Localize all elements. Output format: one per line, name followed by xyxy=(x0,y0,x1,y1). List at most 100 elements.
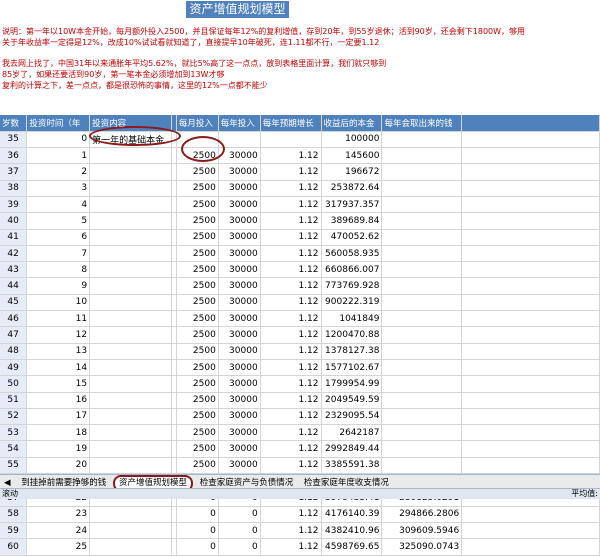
grid-cell[interactable]: 58 xyxy=(0,506,28,523)
grid-cell[interactable]: 30000 xyxy=(218,408,261,426)
grid-cell[interactable]: 1.12 xyxy=(260,277,322,295)
grid-cell[interactable] xyxy=(89,392,172,409)
grid-cell[interactable] xyxy=(381,229,463,246)
grid-cell[interactable]: 1200470.88 xyxy=(321,326,383,344)
grid-cell[interactable]: 54 xyxy=(0,440,28,458)
grid-cell[interactable]: 1.12 xyxy=(260,180,322,197)
grid-cell[interactable]: 1.12 xyxy=(260,163,322,181)
grid-cell[interactable]: 1.12 xyxy=(260,440,322,458)
grid-cell[interactable] xyxy=(461,343,600,360)
grid-cell[interactable]: 2500 xyxy=(176,212,219,230)
grid-cell[interactable]: 2500 xyxy=(176,343,219,360)
grid-cell[interactable]: 1.12 xyxy=(260,424,322,442)
grid-cell[interactable]: 900222.319 xyxy=(321,294,383,312)
grid-cell[interactable]: 11 xyxy=(26,310,91,328)
grid-cell[interactable] xyxy=(89,538,172,556)
grid-cell[interactable] xyxy=(381,359,463,377)
grid-cell[interactable] xyxy=(89,294,172,312)
grid-cell[interactable] xyxy=(89,506,172,523)
grid-cell[interactable]: 9 xyxy=(26,277,91,295)
grid-cell[interactable]: 59 xyxy=(0,522,28,540)
grid-cell[interactable]: 7 xyxy=(26,245,91,263)
grid-cell[interactable] xyxy=(381,277,463,295)
grid-cell[interactable] xyxy=(381,131,463,149)
grid-cell[interactable] xyxy=(381,440,463,458)
grid-cell[interactable]: 30000 xyxy=(218,343,261,360)
grid-cell[interactable] xyxy=(89,440,172,458)
grid-cell[interactable]: 1.12 xyxy=(260,229,322,246)
grid-cell[interactable]: 1.12 xyxy=(260,506,322,523)
grid-cell[interactable]: 2500 xyxy=(176,408,219,426)
grid-cell[interactable]: 1.12 xyxy=(260,457,322,475)
grid-cell[interactable]: 2500 xyxy=(176,424,219,442)
grid-cell[interactable]: 24 xyxy=(26,522,91,540)
grid-cell[interactable]: 2992849.44 xyxy=(321,440,383,458)
grid-cell[interactable] xyxy=(461,408,600,426)
header-cell[interactable]: 投资内容 xyxy=(89,115,172,132)
grid-cell[interactable]: 2500 xyxy=(176,261,219,279)
grid-cell[interactable]: 44 xyxy=(0,277,28,295)
grid-cell[interactable]: 30000 xyxy=(218,424,261,442)
grid-cell[interactable]: 470052.62 xyxy=(321,229,383,246)
grid-cell[interactable] xyxy=(461,359,600,377)
sheet-tab-0[interactable]: 到挂掉前需要挣够的钱 xyxy=(17,477,110,488)
grid-cell[interactable] xyxy=(461,245,600,263)
grid-cell[interactable] xyxy=(461,392,600,409)
grid-cell[interactable] xyxy=(381,212,463,230)
grid-cell[interactable] xyxy=(461,522,600,540)
grid-cell[interactable]: 1.12 xyxy=(260,359,322,377)
grid-cell[interactable]: 38 xyxy=(0,180,28,197)
grid-cell[interactable]: 1.12 xyxy=(260,538,322,556)
grid-cell[interactable]: 4 xyxy=(26,196,91,214)
grid-cell[interactable]: 30000 xyxy=(218,359,261,377)
grid-cell[interactable]: 1.12 xyxy=(260,408,322,426)
grid-cell[interactable]: 30000 xyxy=(218,310,261,328)
grid-cell[interactable] xyxy=(381,457,463,475)
grid-cell[interactable]: 1.12 xyxy=(260,326,322,344)
grid-cell[interactable]: 40 xyxy=(0,212,28,230)
grid-cell[interactable]: 45 xyxy=(0,294,28,312)
grid-cell[interactable] xyxy=(381,163,463,181)
grid-cell[interactable]: 2 xyxy=(26,163,91,181)
grid-cell[interactable] xyxy=(381,375,463,393)
grid-cell[interactable]: 2049549.59 xyxy=(321,392,383,409)
grid-cell[interactable] xyxy=(461,294,600,312)
grid-cell[interactable] xyxy=(381,343,463,360)
grid-cell[interactable] xyxy=(381,294,463,312)
grid-cell[interactable]: 37 xyxy=(0,163,28,181)
grid-cell[interactable] xyxy=(89,261,172,279)
grid-cell[interactable]: 1.12 xyxy=(260,310,322,328)
grid-cell[interactable]: 2500 xyxy=(176,163,219,181)
tab-scroll-left-icon[interactable]: ◀ xyxy=(0,477,15,488)
grid-cell[interactable]: 30000 xyxy=(218,392,261,409)
grid-cell[interactable]: 1378127.38 xyxy=(321,343,383,360)
grid-cell[interactable]: 2500 xyxy=(176,440,219,458)
grid-cell[interactable]: 53 xyxy=(0,424,28,442)
grid-cell[interactable]: 1.12 xyxy=(260,294,322,312)
grid-cell[interactable]: 36 xyxy=(0,147,28,165)
grid-cell[interactable]: 30000 xyxy=(218,294,261,312)
grid-cell[interactable]: 2500 xyxy=(176,310,219,328)
grid-cell[interactable]: 18 xyxy=(26,424,91,442)
grid-cell[interactable] xyxy=(461,147,600,165)
grid-cell[interactable]: 3385591.38 xyxy=(321,457,383,475)
grid-cell[interactable]: 317937.357 xyxy=(321,196,383,214)
grid-cell[interactable]: 2500 xyxy=(176,277,219,295)
grid-cell[interactable]: 19 xyxy=(26,440,91,458)
grid-cell[interactable]: 30000 xyxy=(218,212,261,230)
grid-cell[interactable] xyxy=(89,163,172,181)
header-cell[interactable]: 每月投入 xyxy=(176,115,219,132)
grid-cell[interactable]: 49 xyxy=(0,359,28,377)
grid-cell[interactable]: 560058.935 xyxy=(321,245,383,263)
grid-cell[interactable]: 4176140.39 xyxy=(321,506,383,523)
grid-cell[interactable]: 2329095.54 xyxy=(321,408,383,426)
grid-cell[interactable]: 13 xyxy=(26,343,91,360)
grid-cell[interactable]: 47 xyxy=(0,326,28,344)
grid-cell[interactable]: 0 xyxy=(26,131,91,149)
grid-cell[interactable]: 0 xyxy=(218,506,261,523)
grid-cell[interactable] xyxy=(461,229,600,246)
grid-cell[interactable]: 1.12 xyxy=(260,375,322,393)
grid-cell[interactable] xyxy=(381,310,463,328)
grid-cell[interactable] xyxy=(89,147,172,165)
grid-cell[interactable]: 196672 xyxy=(321,163,383,181)
